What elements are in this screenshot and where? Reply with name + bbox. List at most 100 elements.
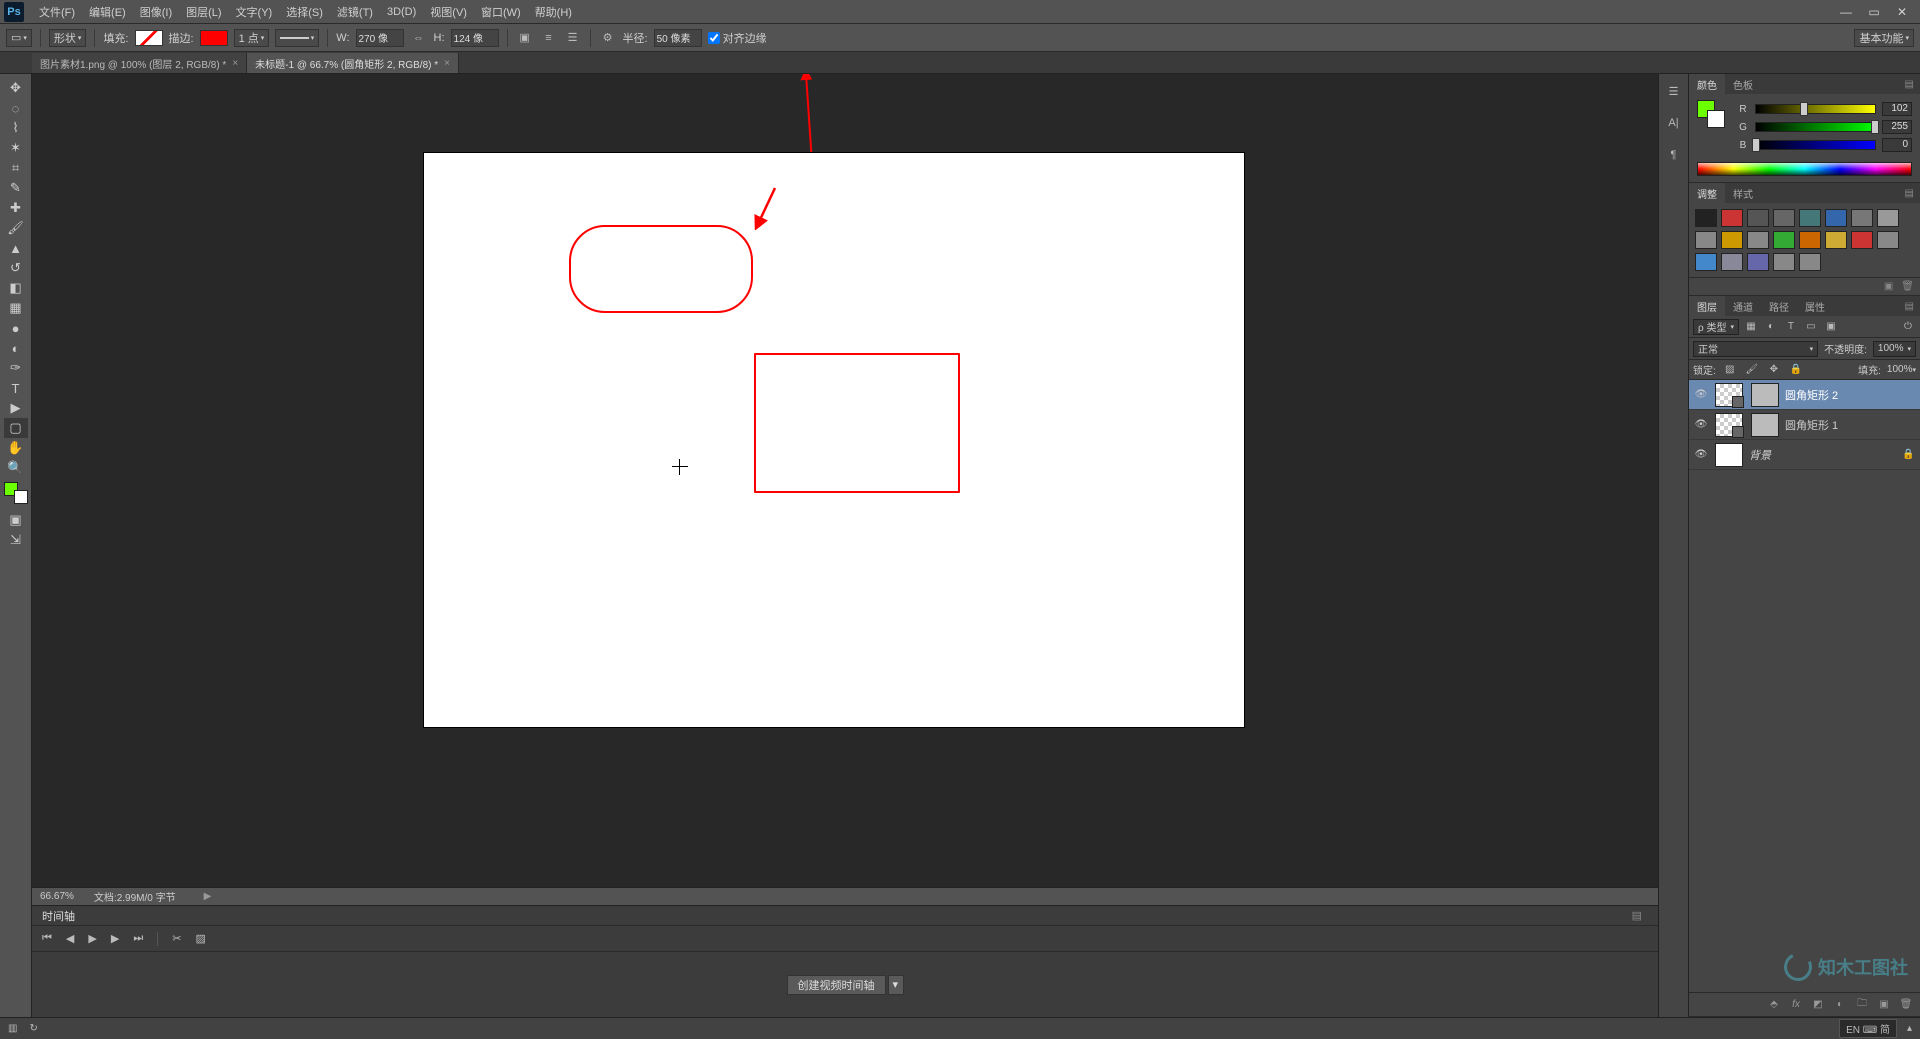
adjustment-preset[interactable]	[1825, 231, 1847, 249]
stroke-type-select[interactable]: ▾	[275, 29, 319, 47]
tab-color[interactable]: 颜色	[1689, 74, 1725, 94]
color-slider[interactable]	[1755, 104, 1876, 114]
workspace-switcher[interactable]: 基本功能▾	[1854, 29, 1914, 47]
filter-pixel-icon[interactable]: ▦	[1743, 319, 1759, 335]
adjustment-preset[interactable]	[1799, 253, 1821, 271]
eraser-tool[interactable]: ◧	[4, 278, 28, 298]
goto-last-icon[interactable]: ⏭	[133, 932, 143, 945]
adjustment-preset[interactable]	[1721, 231, 1743, 249]
goto-first-icon[interactable]: ⏮	[42, 932, 52, 945]
menu-item[interactable]: 编辑(E)	[82, 0, 133, 23]
character-dock-icon[interactable]: A|	[1663, 112, 1685, 134]
adjustment-preset[interactable]	[1747, 253, 1769, 271]
quick-mask-toggle[interactable]: ▣	[4, 510, 28, 530]
pen-tool[interactable]: ✑	[4, 358, 28, 378]
fg-bg-swatch[interactable]	[4, 482, 28, 504]
slider-value[interactable]: 0	[1882, 138, 1912, 152]
eyedropper-tool[interactable]: ✎	[4, 178, 28, 198]
menu-item[interactable]: 文件(F)	[32, 0, 82, 23]
close-tab-icon[interactable]: ×	[232, 58, 238, 69]
minimize-button[interactable]: —	[1832, 2, 1860, 22]
adjustment-preset[interactable]	[1695, 231, 1717, 249]
tool-preset-picker[interactable]: ▭▾	[6, 29, 32, 47]
adjustment-preset[interactable]	[1721, 209, 1743, 227]
color-fgbg-swatch[interactable]	[1697, 100, 1725, 128]
gear-icon[interactable]: ⚙	[599, 29, 617, 47]
tab-properties[interactable]: 属性	[1797, 296, 1833, 316]
vector-mask-thumbnail[interactable]	[1751, 383, 1779, 407]
prev-frame-icon[interactable]: ◀	[66, 932, 74, 945]
lock-transparency-icon[interactable]: ▨	[1722, 362, 1738, 378]
screen-mode-toggle[interactable]: ⇲	[4, 530, 28, 550]
tab-layers[interactable]: 图层	[1689, 296, 1725, 316]
radius-input[interactable]	[654, 29, 702, 47]
lasso-tool[interactable]: ⌇	[4, 118, 28, 138]
adjustment-preset[interactable]	[1695, 253, 1717, 271]
slider-value[interactable]: 102	[1882, 102, 1912, 116]
layer-thumbnail[interactable]	[1715, 443, 1743, 467]
rounded-rectangle-tool[interactable]: ▢	[4, 418, 28, 438]
doc-size-display[interactable]: 文档:2.99M/0 字节	[94, 889, 176, 904]
width-input[interactable]	[356, 29, 404, 47]
adjust-footer-icon[interactable]: ▣	[1884, 281, 1893, 292]
dodge-tool[interactable]: ◐	[4, 338, 28, 358]
color-slider[interactable]	[1755, 122, 1876, 132]
adjustment-preset[interactable]	[1773, 231, 1795, 249]
taskbar-icon-2[interactable]: ↻	[29, 1023, 37, 1034]
color-bg-swatch[interactable]	[1707, 110, 1725, 128]
new-layer-icon[interactable]: ▣	[1876, 999, 1892, 1010]
zoom-display[interactable]: 66.67%	[40, 891, 74, 902]
link-wh-icon[interactable]: ⇔	[410, 29, 428, 47]
canvas[interactable]	[424, 153, 1244, 727]
color-panel-menu-icon[interactable]: ▤	[1899, 79, 1920, 90]
split-icon[interactable]: ✂	[172, 932, 181, 945]
align-icon[interactable]: ≡	[540, 29, 558, 47]
group-icon[interactable]: 🗀	[1854, 996, 1870, 1013]
filter-toggle-icon[interactable]: ⏻	[1900, 319, 1916, 335]
healing-tool[interactable]: ✚	[4, 198, 28, 218]
layer-name-label[interactable]: 背景	[1749, 447, 1896, 463]
align-edges-checkbox[interactable]: 对齐边缘	[708, 30, 767, 46]
menu-item[interactable]: 选择(S)	[279, 0, 330, 23]
menu-item[interactable]: 图层(L)	[179, 0, 228, 23]
menu-item[interactable]: 帮助(H)	[528, 0, 579, 23]
paragraph-dock-icon[interactable]: ¶	[1663, 144, 1685, 166]
ime-indicator[interactable]: EN ⌨ 简	[1839, 1019, 1897, 1038]
layer-thumbnail[interactable]	[1715, 383, 1743, 407]
status-menu-arrow[interactable]: ▶	[204, 891, 212, 902]
fill-swatch[interactable]	[135, 30, 163, 46]
crop-tool[interactable]: ⌗	[4, 158, 28, 178]
vector-mask-thumbnail[interactable]	[1751, 413, 1779, 437]
blur-tool[interactable]: ●	[4, 318, 28, 338]
layer-row[interactable]: 👁圆角矩形 1	[1689, 410, 1920, 440]
layer-filter-kind[interactable]: ρ 类型▾	[1693, 319, 1739, 335]
transition-icon[interactable]: ▨	[195, 932, 205, 945]
shape-rounded-rect-1[interactable]	[754, 353, 960, 493]
align-edges-input[interactable]	[708, 32, 720, 44]
timeline-tab-label[interactable]: 时间轴	[42, 908, 75, 924]
adjustment-preset[interactable]	[1851, 231, 1873, 249]
layer-fx-icon[interactable]: fx	[1788, 999, 1804, 1010]
path-ops-icon[interactable]: ▣	[516, 29, 534, 47]
shape-rounded-rect-2[interactable]	[569, 225, 753, 313]
layer-row[interactable]: 👁圆角矩形 2	[1689, 380, 1920, 410]
adjustment-preset[interactable]	[1877, 209, 1899, 227]
close-tab-icon[interactable]: ×	[444, 58, 450, 69]
magic-wand-tool[interactable]: ✶	[4, 138, 28, 158]
menu-item[interactable]: 视图(V)	[423, 0, 474, 23]
next-frame-icon[interactable]: ▶	[111, 932, 119, 945]
layers-list[interactable]: 👁圆角矩形 2👁圆角矩形 1👁背景🔒	[1689, 380, 1920, 992]
fill-adjust-icon[interactable]: ◐	[1832, 999, 1848, 1010]
layer-thumbnail[interactable]	[1715, 413, 1743, 437]
filter-shape-icon[interactable]: ▭	[1803, 319, 1819, 335]
document-tab[interactable]: 未标题-1 @ 66.7% (圆角矩形 2, RGB/8) *×	[247, 53, 459, 73]
filter-smart-icon[interactable]: ▣	[1823, 319, 1839, 335]
slider-value[interactable]: 255	[1882, 120, 1912, 134]
adjustment-preset[interactable]	[1851, 209, 1873, 227]
lock-pixels-icon[interactable]: 🖌	[1744, 362, 1760, 378]
tab-channels[interactable]: 通道	[1725, 296, 1761, 316]
adjustment-preset[interactable]	[1747, 209, 1769, 227]
background-swatch[interactable]	[14, 490, 28, 504]
adjustment-preset[interactable]	[1721, 253, 1743, 271]
adjustment-preset[interactable]	[1773, 209, 1795, 227]
